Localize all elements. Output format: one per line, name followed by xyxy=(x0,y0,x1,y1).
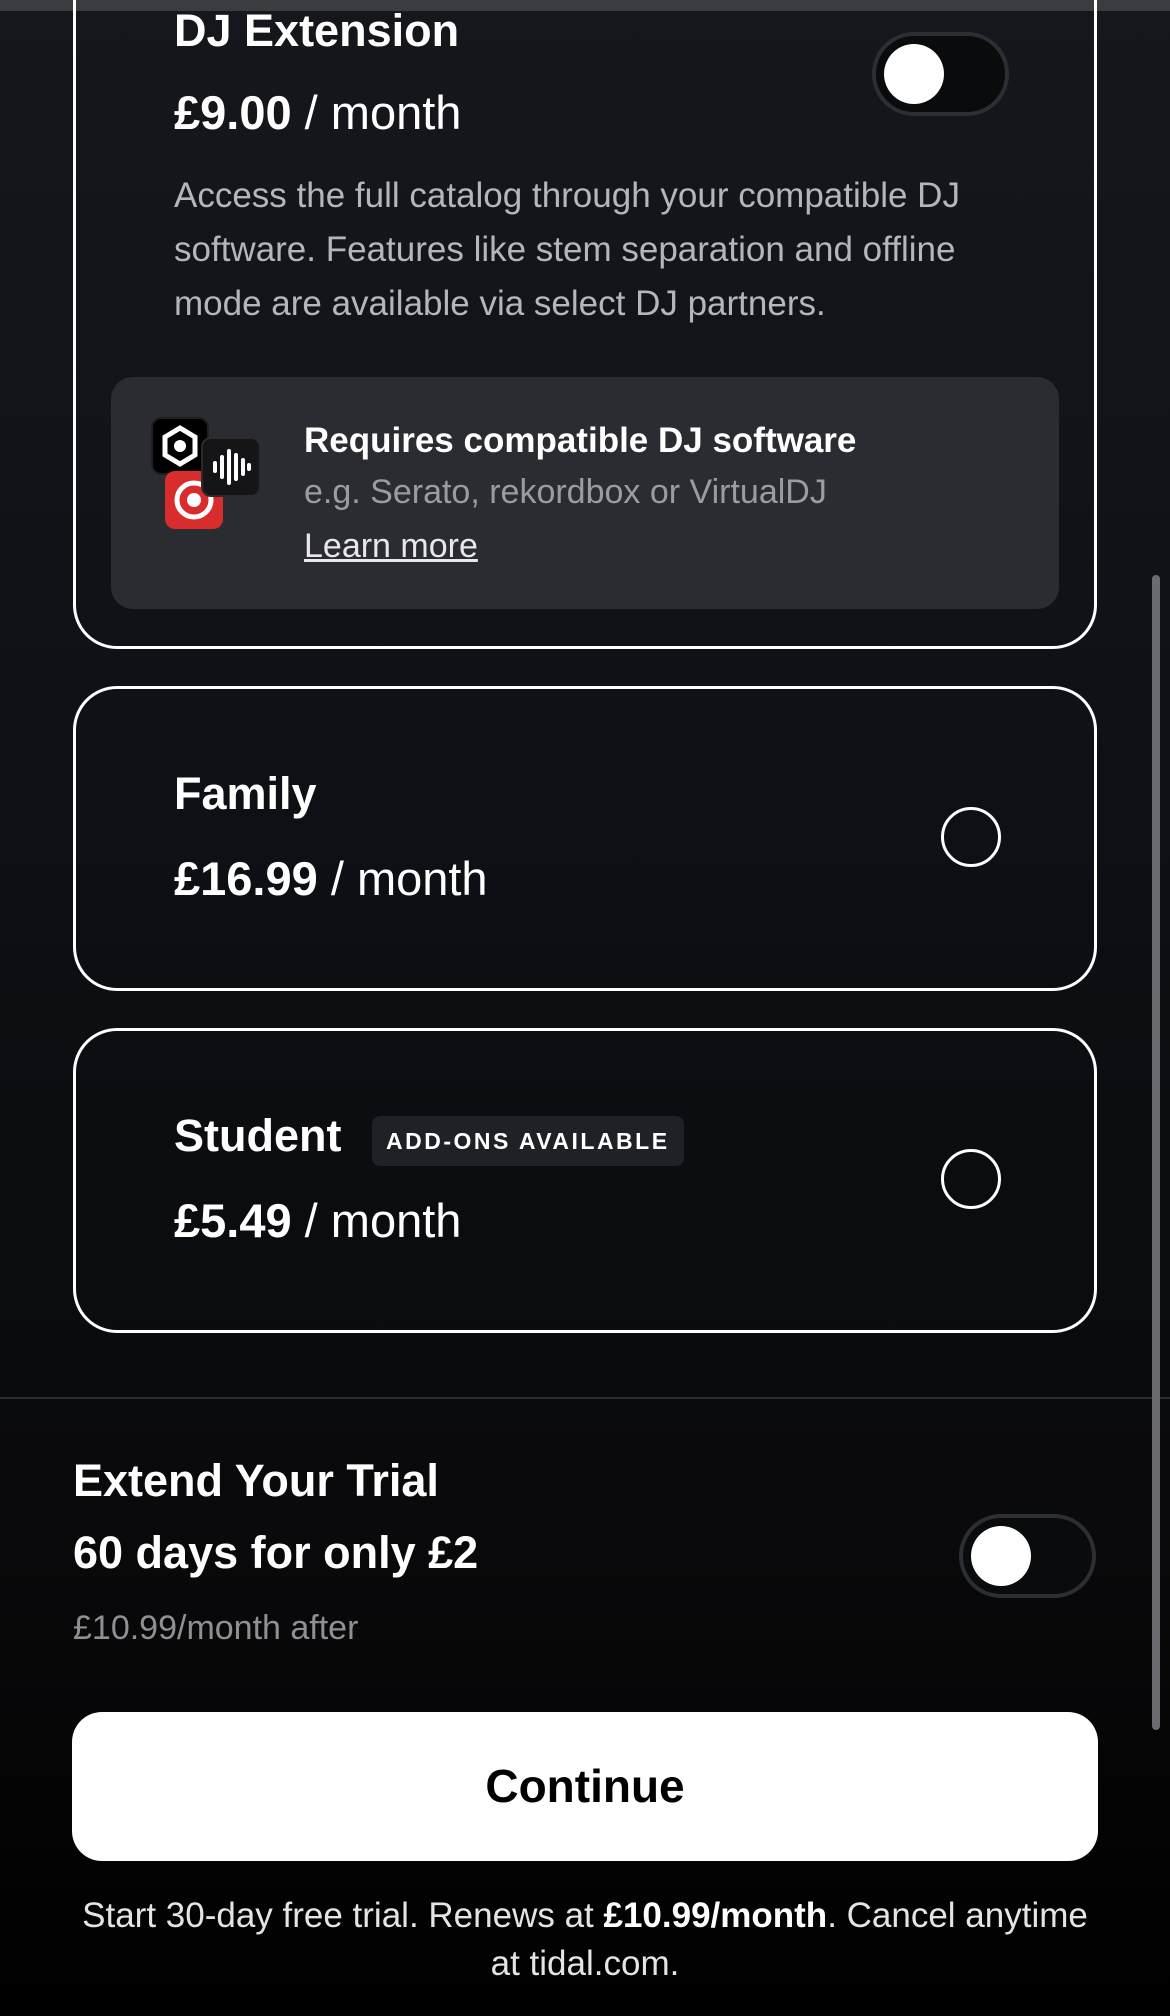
price-amount: £5.49 xyxy=(174,1194,292,1247)
price-amount: £9.00 xyxy=(174,86,292,139)
plan-title: DJ Extension xyxy=(174,5,460,56)
dj-software-requirement: Requires compatible DJ software e.g. Ser… xyxy=(111,377,1059,609)
plan-title: Student xyxy=(174,1110,342,1161)
student-radio-button[interactable] xyxy=(941,1149,1001,1209)
plan-price: £5.49 / month xyxy=(174,1193,461,1248)
extend-trial-note: £10.99/month after xyxy=(73,1609,359,1647)
student-plan-card[interactable]: Student ADD-ONS AVAILABLE £5.49 / month xyxy=(73,1028,1097,1333)
learn-more-link[interactable]: Learn more xyxy=(304,527,478,566)
price-period: / month xyxy=(291,86,462,139)
extend-trial-offer: 60 days for only £2 xyxy=(73,1527,479,1578)
virtualdj-icon xyxy=(201,437,261,497)
extend-trial-toggle[interactable] xyxy=(959,1514,1096,1598)
plan-description: Access the full catalog through your com… xyxy=(174,176,960,323)
continue-button[interactable]: Continue xyxy=(72,1712,1098,1861)
add-ons-badge: ADD-ONS AVAILABLE xyxy=(372,1116,684,1166)
dj-extension-toggle[interactable] xyxy=(872,32,1009,116)
dj-extension-card: DJ Extension £9.00 / month Access the fu… xyxy=(73,0,1097,649)
section-divider xyxy=(0,1397,1170,1399)
terms-renewal-price: £10.99/month xyxy=(603,1896,828,1935)
requirement-title: Requires compatible DJ software xyxy=(304,421,857,460)
family-radio-button[interactable] xyxy=(941,807,1001,867)
scrollbar[interactable] xyxy=(1152,575,1160,1730)
price-period: / month xyxy=(317,852,488,905)
plan-price: £9.00 / month xyxy=(174,85,461,140)
toggle-knob xyxy=(884,44,944,104)
family-plan-card[interactable]: Family £16.99 / month xyxy=(73,686,1097,991)
trial-terms: Start 30-day free trial. Renews at £10.9… xyxy=(73,1892,1097,1988)
dj-software-icons xyxy=(151,415,261,529)
toggle-knob xyxy=(971,1526,1031,1586)
plan-title: Family xyxy=(174,768,317,819)
price-period: / month xyxy=(291,1194,462,1247)
extend-trial-title: Extend Your Trial xyxy=(73,1455,439,1506)
price-amount: £16.99 xyxy=(174,852,318,905)
requirement-subtitle: e.g. Serato, rekordbox or VirtualDJ xyxy=(304,473,827,511)
plan-selection-screen: DJ Extension £9.00 / month Access the fu… xyxy=(0,0,1170,2016)
plan-price: £16.99 / month xyxy=(174,851,488,906)
terms-prefix: Start 30-day free trial. Renews at xyxy=(82,1896,604,1935)
